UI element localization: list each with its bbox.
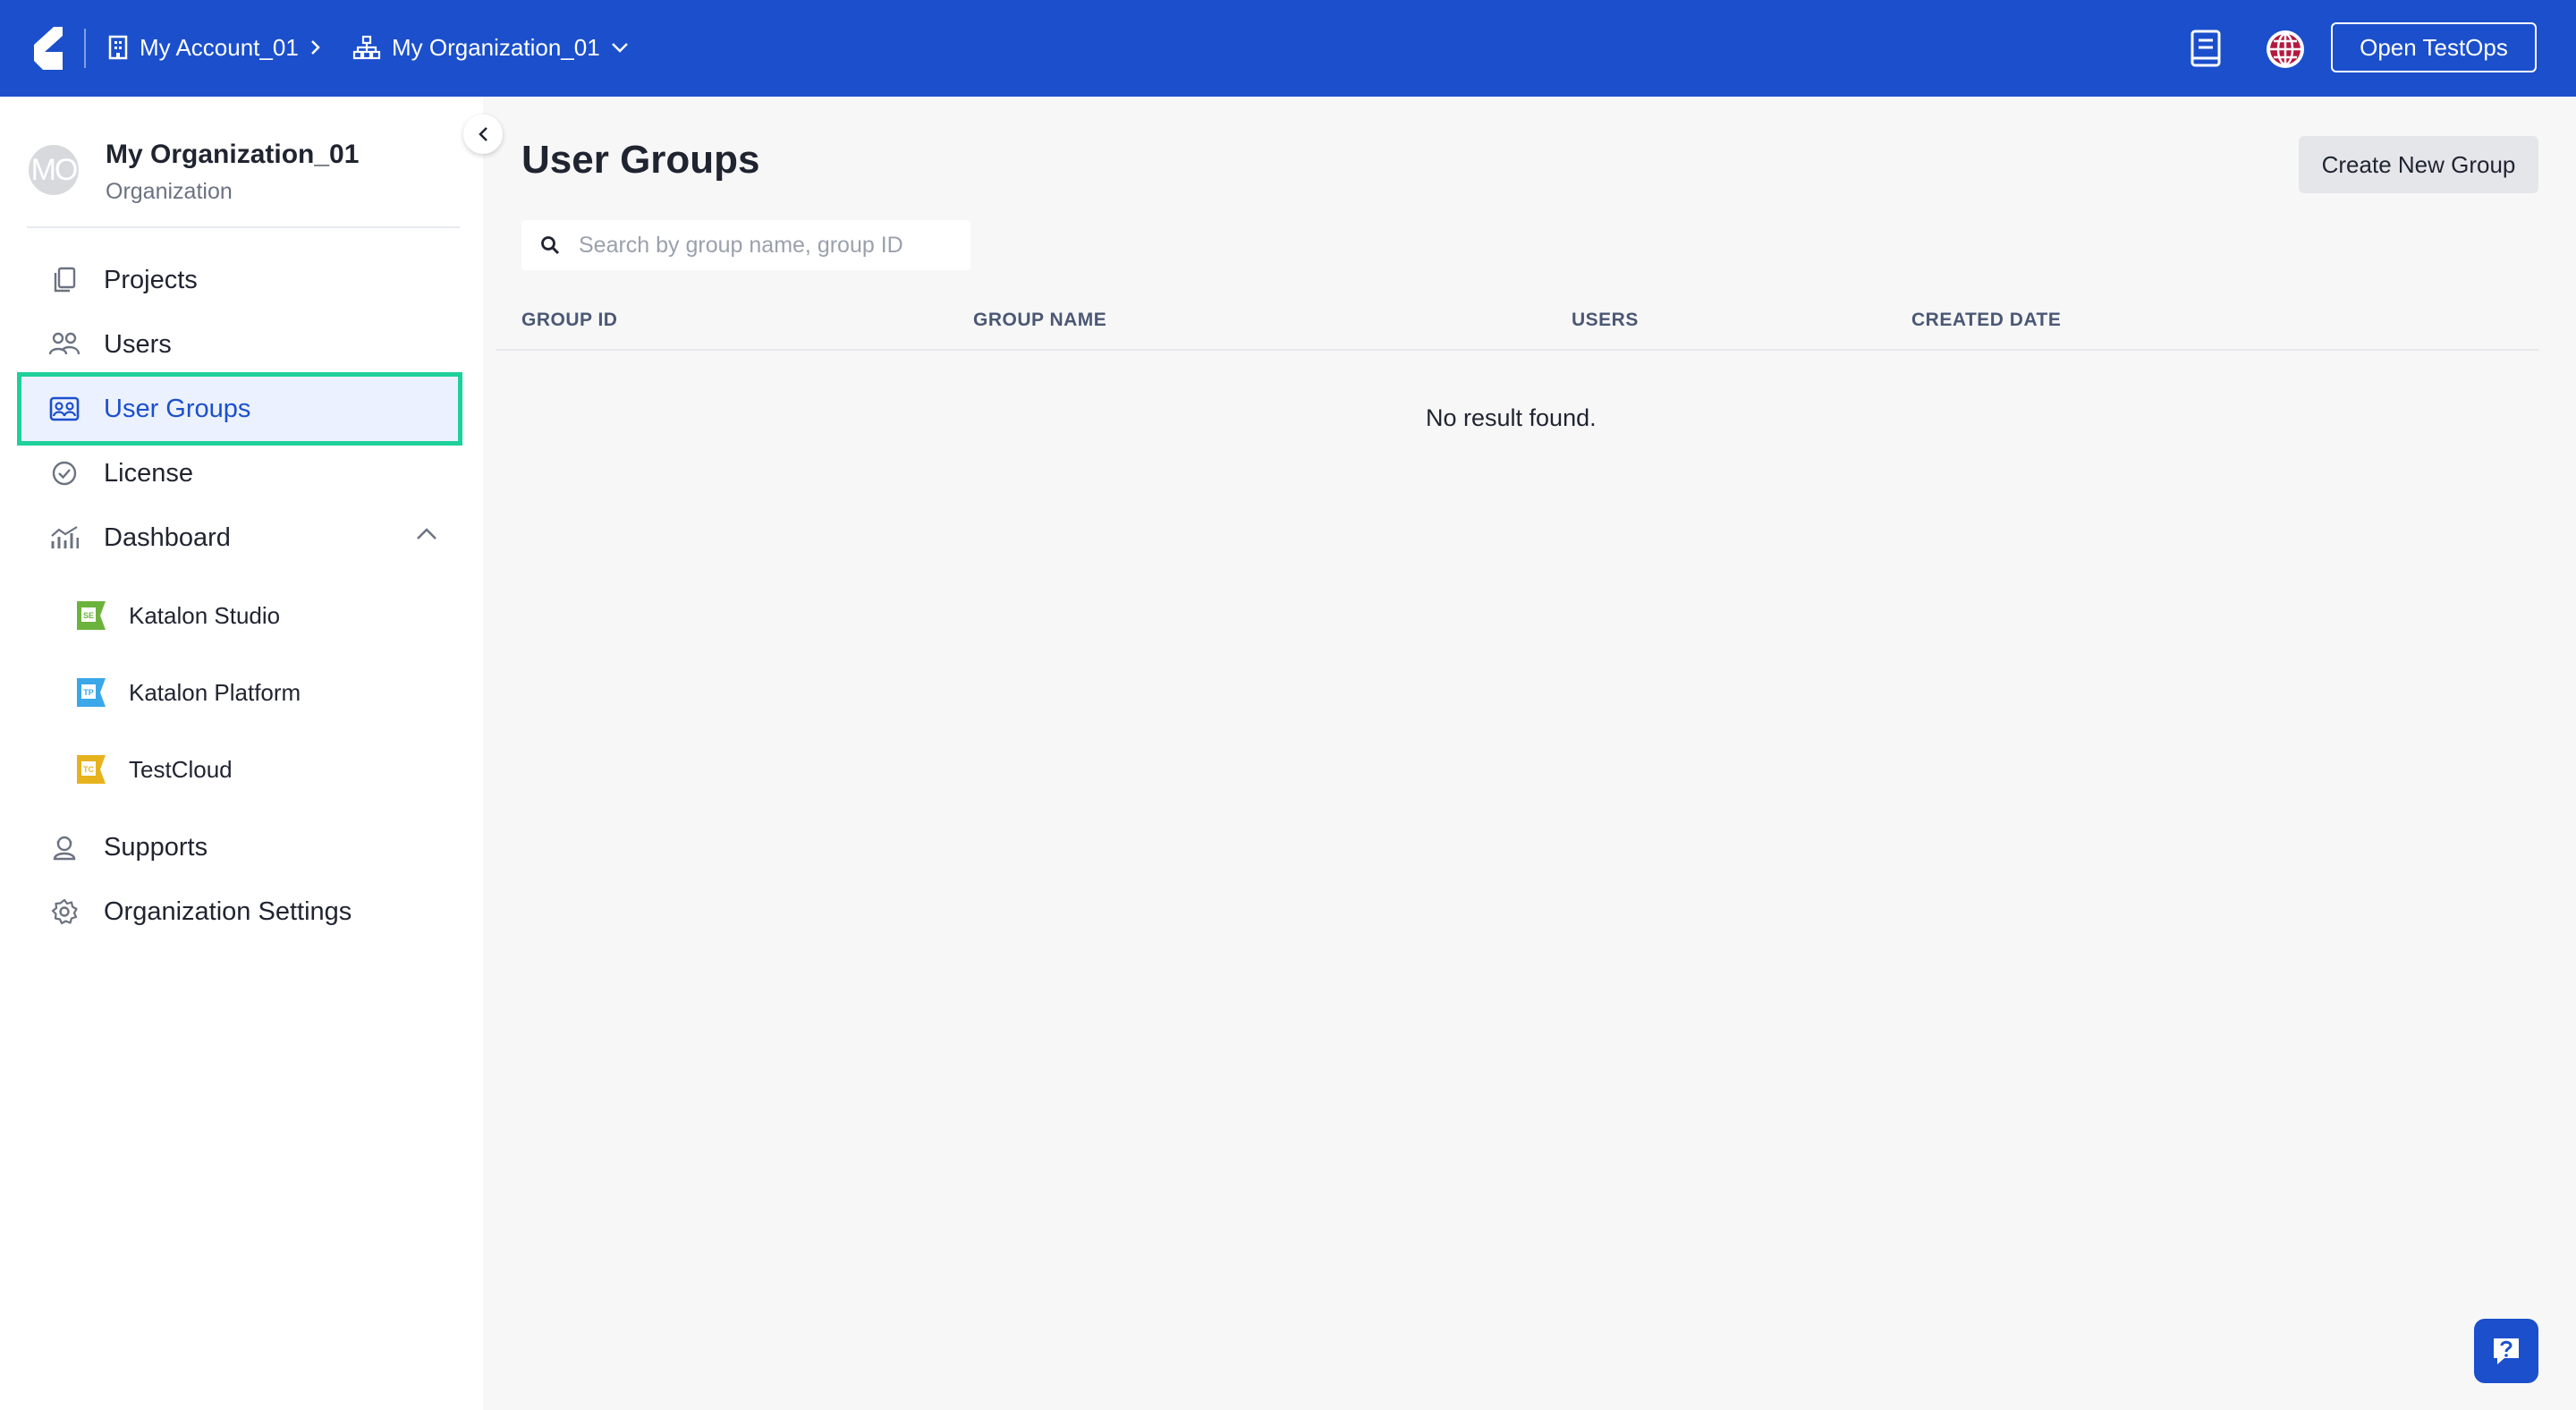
column-header-users[interactable]: USERS [1572, 310, 1639, 331]
dashboard-item-label: Katalon Platform [129, 678, 301, 706]
collapse-sidebar-button[interactable] [463, 115, 503, 154]
katalon-studio-icon: SE [77, 601, 106, 630]
dashboard-icon [51, 526, 79, 548]
column-header-group-id[interactable]: GROUP ID [521, 310, 617, 331]
sidebar-item-label: Projects [104, 265, 198, 294]
sidebar-item-label: License [104, 458, 193, 488]
katalon-logo-icon[interactable] [30, 25, 66, 72]
gear-icon [51, 898, 78, 925]
sidebar-item-label: Users [104, 329, 172, 359]
sidebar-org-type: Organization [106, 179, 233, 204]
user-groups-icon [49, 396, 80, 421]
documentation-book-icon[interactable] [2190, 29, 2222, 68]
create-new-group-button[interactable]: Create New Group [2299, 136, 2538, 193]
sidebar-item-label: User Groups [104, 394, 251, 423]
katalon-platform-icon: TP [77, 678, 106, 707]
sidebar-divider [27, 226, 460, 228]
svg-text:TP: TP [83, 688, 94, 697]
sidebar-item-license[interactable]: License [21, 441, 458, 505]
supports-icon [53, 836, 76, 861]
dashboard-item-label: Katalon Studio [129, 601, 281, 629]
search-box[interactable] [521, 220, 970, 270]
column-header-created-date[interactable]: CREATED DATE [1911, 310, 2061, 331]
breadcrumb-organization[interactable]: My Organization_01 [352, 27, 629, 68]
help-chat-icon [2494, 1338, 2519, 1364]
sidebar-item-label: Supports [104, 832, 208, 862]
sidebar-item-projects[interactable]: Projects [21, 248, 458, 312]
projects-icon [54, 267, 76, 293]
sidebar-item-label: Organization Settings [104, 896, 352, 926]
org-avatar: MO [29, 145, 79, 195]
sidebar-item-organization-settings[interactable]: Organization Settings [21, 879, 458, 944]
breadcrumb-account[interactable]: My Account_01 [107, 27, 322, 68]
users-icon [49, 332, 80, 355]
chevron-left-icon [479, 127, 487, 141]
dashboard-item-label: TestCloud [129, 755, 233, 783]
open-testops-button[interactable]: Open TestOps [2331, 22, 2537, 72]
license-icon [52, 461, 77, 486]
chevron-right-icon [310, 40, 320, 55]
organization-name: My Organization_01 [392, 33, 600, 61]
search-input[interactable] [577, 231, 956, 259]
sidebar-item-users[interactable]: Users [21, 312, 458, 377]
sidebar-org-name: My Organization_01 [106, 140, 360, 169]
org-tree-icon [352, 35, 381, 60]
search-icon [541, 236, 560, 255]
empty-state-message: No result found. [1426, 404, 1597, 431]
top-bar: My Account_01 My Organization_01 Open Te… [0, 0, 2576, 97]
chevron-up-icon[interactable] [415, 525, 438, 543]
svg-text:TC: TC [83, 765, 94, 774]
testcloud-icon: TC [77, 755, 106, 784]
svg-text:SE: SE [83, 611, 94, 620]
chevron-down-icon [611, 43, 628, 53]
building-icon [108, 35, 128, 60]
sidebar-item-supports[interactable]: Supports [21, 815, 458, 879]
globe-language-icon[interactable] [2265, 29, 2306, 70]
dashboard-item-katalon-studio[interactable]: SE Katalon Studio [75, 592, 280, 639]
topbar-divider [84, 29, 86, 68]
column-header-group-name[interactable]: GROUP NAME [973, 310, 1106, 331]
page-title: User Groups [521, 138, 760, 182]
sidebar-item-dashboard[interactable]: Dashboard [21, 505, 458, 570]
help-chat-button[interactable] [2474, 1319, 2538, 1383]
dashboard-item-testcloud[interactable]: TC TestCloud [75, 746, 233, 793]
table-header-divider [496, 349, 2538, 351]
account-name: My Account_01 [140, 33, 299, 61]
sidebar-item-user-groups[interactable]: User Groups [17, 372, 462, 446]
sidebar-item-label: Dashboard [104, 522, 231, 552]
dashboard-item-katalon-platform[interactable]: TP Katalon Platform [75, 669, 301, 716]
